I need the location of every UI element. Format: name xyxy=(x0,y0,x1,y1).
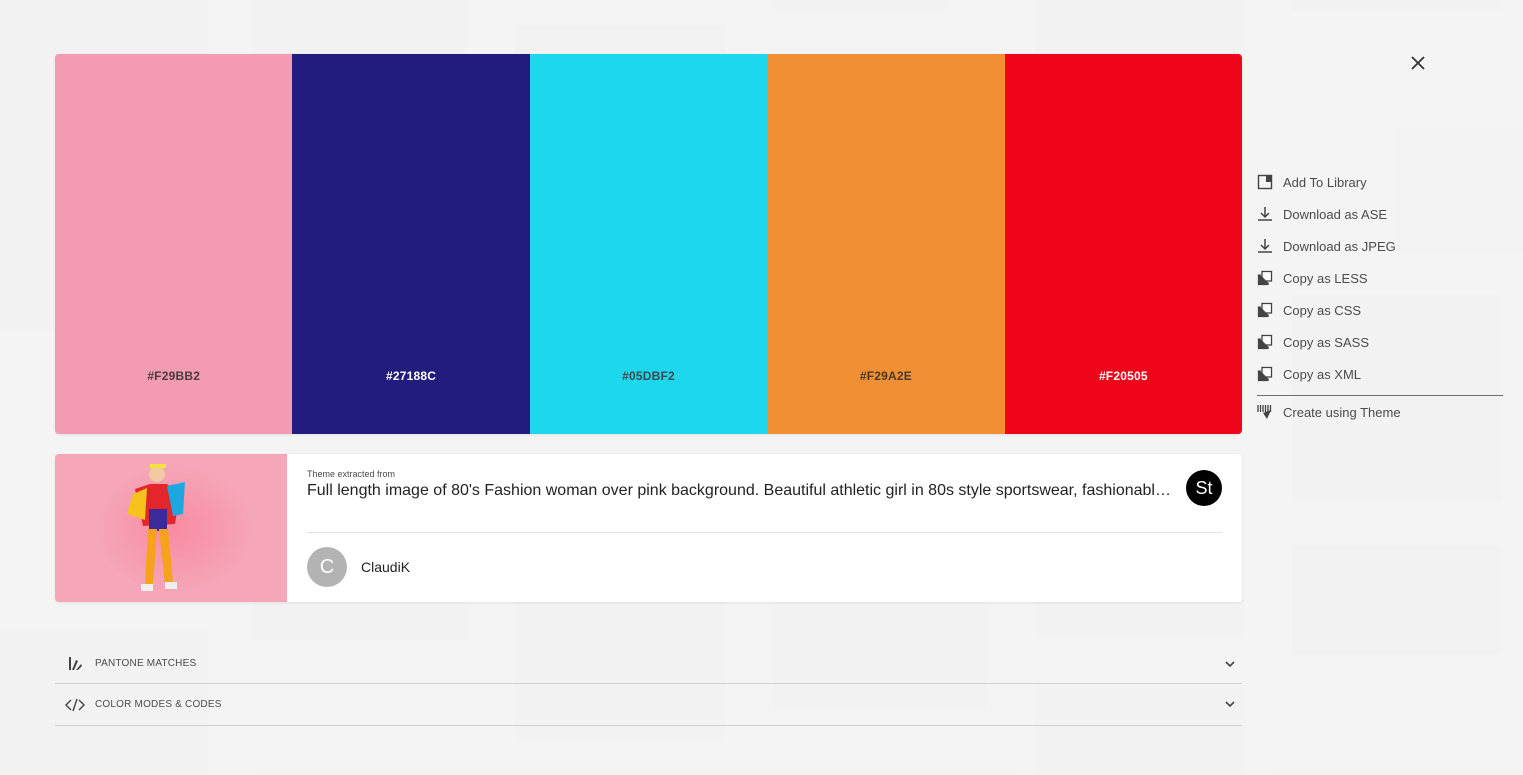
swatch-5[interactable]: #F20505 xyxy=(1004,54,1242,434)
chevron-down-icon xyxy=(1225,661,1235,668)
copy-xml-label: Copy as XML xyxy=(1283,366,1362,382)
add-to-library-button[interactable]: Add To Library xyxy=(1257,166,1503,198)
details-accordion: PANTONE MATCHES COLOR MODES & CODES xyxy=(55,644,1242,726)
download-icon xyxy=(1257,238,1283,254)
copy-css-button[interactable]: Copy as CSS xyxy=(1257,294,1503,326)
add-to-library-label: Add To Library xyxy=(1283,174,1367,190)
download-icon xyxy=(1257,206,1283,222)
card-divider xyxy=(307,532,1222,533)
fashion-woman-image xyxy=(127,464,185,591)
source-title-link[interactable]: Full length image of 80's Fashion woman … xyxy=(307,482,1177,500)
adobe-stock-icon[interactable]: St xyxy=(1186,470,1222,506)
color-palette: #F29BB2 #27188C #05DBF2 #F29A2E #F20505 xyxy=(55,54,1242,434)
copy-less-label: Copy as LESS xyxy=(1283,270,1368,286)
extracted-from-label: Theme extracted from xyxy=(307,469,396,479)
chevron-down-icon xyxy=(1225,701,1235,708)
source-thumbnail[interactable] xyxy=(55,454,287,602)
download-ase-label: Download as ASE xyxy=(1283,206,1388,222)
swatch-hex: #F29BB2 xyxy=(147,369,201,383)
pantone-icon xyxy=(55,656,95,672)
swatch-2[interactable]: #27188C xyxy=(292,54,530,434)
color-modes-label: COLOR MODES & CODES xyxy=(95,699,222,710)
library-icon xyxy=(1257,174,1283,190)
copy-icon xyxy=(1257,366,1283,382)
create-using-theme-label: Create using Theme xyxy=(1283,404,1401,420)
copy-sass-label: Copy as SASS xyxy=(1283,334,1369,350)
swatch-hex: #F29A2E xyxy=(859,369,912,383)
copy-sass-button[interactable]: Copy as SASS xyxy=(1257,326,1503,358)
author-name-link[interactable]: ClaudiK xyxy=(361,559,410,575)
swatch-3[interactable]: #05DBF2 xyxy=(529,54,768,434)
copy-xml-button[interactable]: Copy as XML xyxy=(1257,358,1503,390)
theme-actions-menu: Add To Library Download as ASE Download … xyxy=(1257,166,1503,428)
copy-icon xyxy=(1257,334,1283,350)
close-icon[interactable] xyxy=(1408,53,1428,73)
code-icon xyxy=(55,698,95,712)
theme-source-card: Theme extracted from Full length image o… xyxy=(55,454,1242,602)
create-using-theme-button[interactable]: Create using Theme xyxy=(1257,396,1503,428)
copy-icon xyxy=(1257,302,1283,318)
copy-less-button[interactable]: Copy as LESS xyxy=(1257,262,1503,294)
swatch-1[interactable]: #F29BB2 xyxy=(55,54,293,434)
swatch-4[interactable]: #F29A2E xyxy=(767,54,1005,434)
brush-icon xyxy=(1257,404,1283,420)
swatch-hex: #05DBF2 xyxy=(622,369,675,383)
download-jpeg-label: Download as JPEG xyxy=(1283,238,1396,254)
pantone-matches-label: PANTONE MATCHES xyxy=(95,658,197,669)
swatch-hex: #27188C xyxy=(386,369,437,383)
copy-css-label: Copy as CSS xyxy=(1283,302,1362,318)
swatch-hex: #F20505 xyxy=(1098,369,1148,383)
author-avatar[interactable]: C xyxy=(307,547,347,587)
pantone-matches-toggle[interactable]: PANTONE MATCHES xyxy=(55,644,1242,684)
color-modes-toggle[interactable]: COLOR MODES & CODES xyxy=(55,684,1242,726)
download-jpeg-button[interactable]: Download as JPEG xyxy=(1257,230,1503,262)
download-ase-button[interactable]: Download as ASE xyxy=(1257,198,1503,230)
copy-icon xyxy=(1257,270,1283,286)
